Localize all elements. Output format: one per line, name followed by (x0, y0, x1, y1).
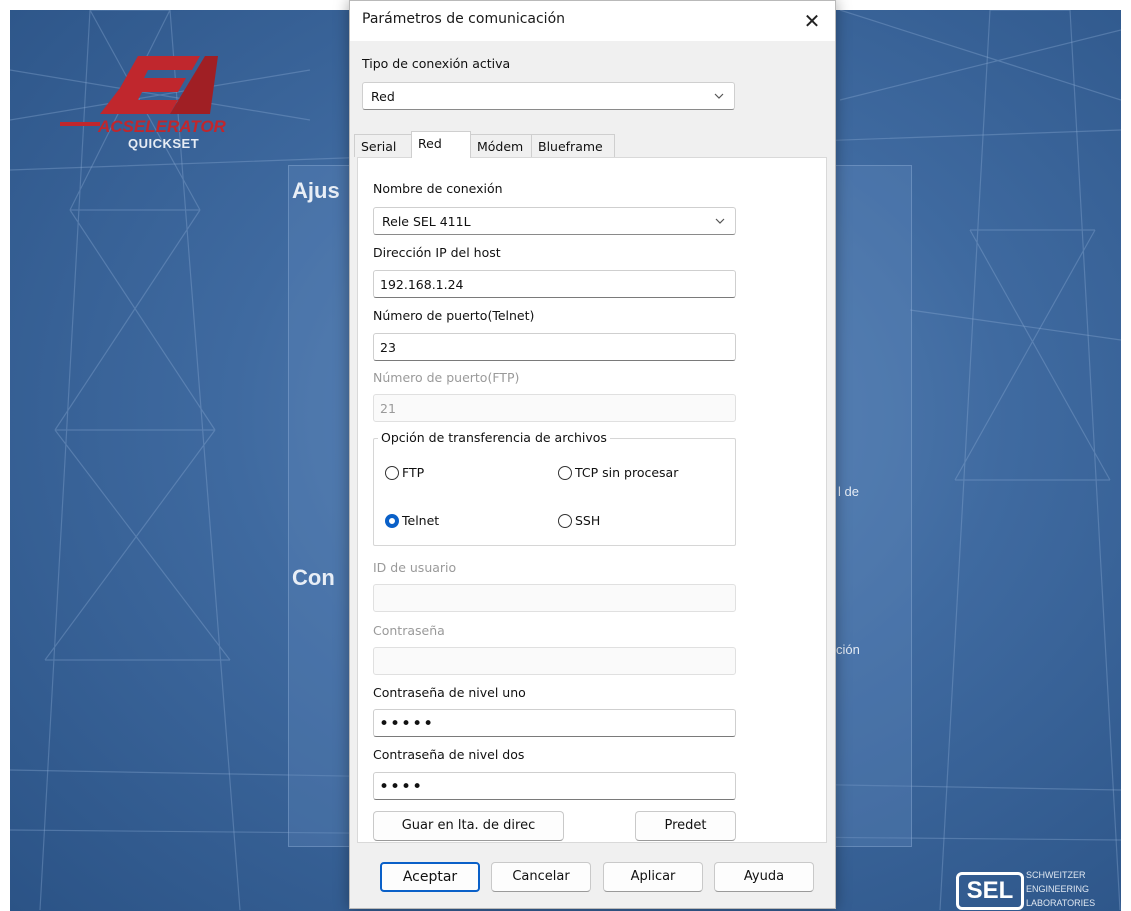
file-transfer-legend: Opción de transferencia de archivos (378, 430, 610, 445)
tab-blueframe[interactable]: Blueframe (531, 134, 615, 157)
close-icon[interactable]: ✕ (789, 1, 835, 41)
tab-serial[interactable]: Serial (354, 134, 412, 157)
level2-password-mask: •••• (379, 777, 424, 797)
acselerator-logo: ACSELERATOR QUICKSET (50, 48, 260, 158)
password-field (373, 647, 736, 675)
connection-type-label: Tipo de conexión activa (362, 56, 511, 71)
radio-ftp[interactable]: FTP (385, 465, 424, 480)
background-text-fragment: l de (838, 484, 859, 499)
level1-password-mask: ••••• (379, 714, 435, 734)
radio-telnet[interactable]: Telnet (385, 513, 439, 528)
level1-password-field[interactable]: ••••• (373, 709, 736, 737)
host-ip-value: 192.168.1.24 (380, 277, 464, 292)
radio-tcp[interactable]: TCP sin procesar (558, 465, 678, 480)
password-label: Contraseña (373, 623, 445, 638)
sel-company-line: SCHWEITZER (1026, 870, 1086, 880)
level1-password-label: Contraseña de nivel uno (373, 685, 526, 700)
radio-button-icon (558, 514, 572, 528)
ftp-port-label: Número de puerto(FTP) (373, 370, 520, 385)
save-to-directory-button[interactable]: Guar en lta. de direc (373, 811, 564, 841)
connection-type-value: Red (371, 89, 395, 104)
radio-ftp-label: FTP (402, 465, 425, 480)
radio-tcp-label: TCP sin procesar (575, 465, 679, 480)
user-id-field (373, 584, 736, 612)
communication-parameters-dialog: Parámetros de comunicación ✕ Tipo de con… (349, 0, 836, 909)
sel-logo: SEL SCHWEITZER ENGINEERING LABORATORIES (956, 866, 1121, 911)
telnet-port-field[interactable]: 23 (373, 333, 736, 361)
apply-button[interactable]: Aplicar (603, 862, 703, 892)
connection-name-label: Nombre de conexión (373, 181, 503, 196)
ftp-port-value: 21 (380, 401, 396, 416)
tab-strip: Serial Red Módem Blueframe (350, 131, 835, 158)
tab-modem[interactable]: Módem (470, 134, 532, 157)
cancel-button[interactable]: Cancelar (491, 862, 591, 892)
chevron-down-icon (715, 218, 725, 224)
dialog-title: Parámetros de comunicación (362, 11, 566, 27)
connection-name-value: Rele SEL 411L (382, 214, 471, 229)
sel-company-line: ENGINEERING (1026, 884, 1090, 894)
ftp-port-field: 21 (373, 394, 736, 422)
help-button[interactable]: Ayuda (714, 862, 814, 892)
level2-password-field[interactable]: •••• (373, 772, 736, 800)
background-text-fragment: ción (836, 642, 860, 657)
host-ip-field[interactable]: 192.168.1.24 (373, 270, 736, 298)
connection-name-dropdown[interactable]: Rele SEL 411L (373, 207, 736, 235)
dialog-titlebar[interactable]: Parámetros de comunicación ✕ (350, 1, 835, 41)
quickset-label: QUICKSET (128, 136, 200, 151)
sel-company-name: SCHWEITZER ENGINEERING LABORATORIES (1026, 868, 1095, 910)
host-ip-label: Dirección IP del host (373, 245, 501, 260)
chevron-down-icon (714, 93, 724, 99)
telnet-port-label: Número de puerto(Telnet) (373, 308, 535, 323)
dialog-footer: Aceptar Cancelar Aplicar Ayuda (350, 844, 835, 908)
default-button[interactable]: Predet (635, 811, 736, 841)
acselerator-logo-text: ACSELERATOR (97, 117, 227, 136)
ok-button[interactable]: Aceptar (380, 862, 480, 892)
background-heading-connection: Con (292, 565, 335, 590)
sel-company-line: LABORATORIES (1026, 898, 1096, 908)
radio-ssh-label: SSH (575, 513, 601, 528)
acselerator-logo-mark: ACSELERATOR (60, 56, 227, 136)
radio-selected-icon (385, 514, 399, 528)
level2-password-label: Contraseña de nivel dos (373, 747, 525, 762)
background-heading-settings: Ajus (292, 178, 340, 203)
radio-telnet-label: Telnet (402, 513, 440, 528)
sel-badge: SEL (956, 872, 1024, 910)
radio-button-icon (385, 466, 399, 480)
user-id-label: ID de usuario (373, 560, 457, 575)
radio-button-icon (558, 466, 572, 480)
connection-type-dropdown[interactable]: Red (362, 82, 735, 110)
file-transfer-group (373, 438, 736, 546)
tab-red[interactable]: Red (411, 131, 471, 158)
telnet-port-value: 23 (380, 340, 396, 355)
radio-ssh[interactable]: SSH (558, 513, 600, 528)
